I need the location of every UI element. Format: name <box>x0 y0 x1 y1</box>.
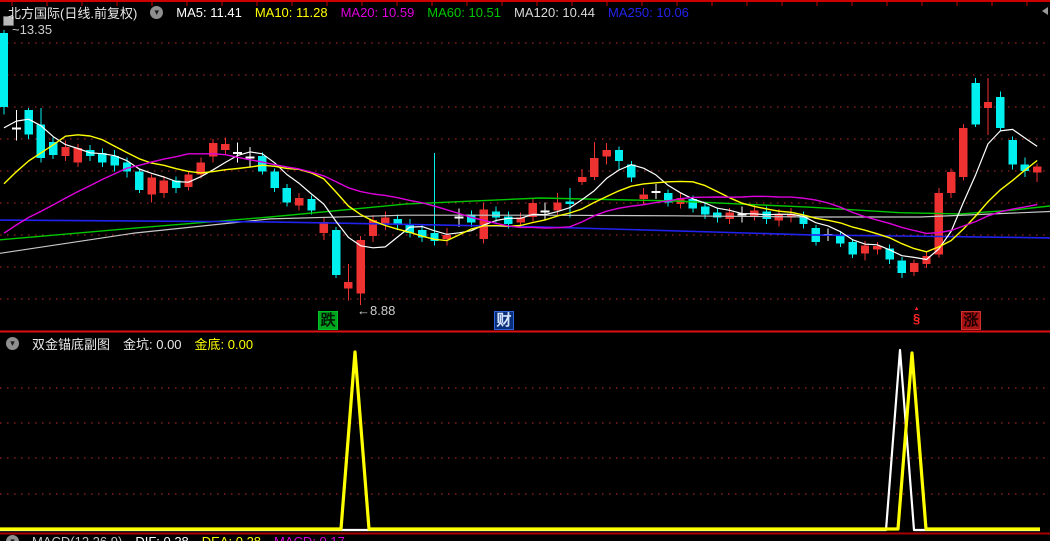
dif-value: DIF: 0.28 <box>135 534 188 541</box>
candle[interactable] <box>135 168 144 194</box>
candle[interactable] <box>614 146 624 170</box>
jindi-value: 金底: 0.00 <box>194 337 254 352</box>
candle[interactable] <box>221 137 230 155</box>
candle[interactable] <box>590 141 599 181</box>
candle[interactable] <box>713 208 722 223</box>
candle[interactable] <box>331 226 341 278</box>
candle[interactable] <box>1033 163 1042 182</box>
ma10-value: MA10: 11.28 <box>254 5 328 20</box>
candle[interactable] <box>479 202 488 244</box>
candle[interactable] <box>1008 136 1017 170</box>
ma5-line <box>3 118 1038 261</box>
candle[interactable] <box>110 149 119 172</box>
high-price-label: ~13.35 <box>12 22 53 37</box>
candle[interactable] <box>307 195 316 215</box>
candle[interactable] <box>381 211 390 230</box>
section-glyph: § <box>913 311 921 326</box>
macd-title: MACD(12,26,9) <box>32 534 122 541</box>
candle[interactable] <box>651 183 661 200</box>
ma5-value: MA5: 11.41 <box>176 5 242 20</box>
chevron-down-glyph: ▾ <box>10 338 15 348</box>
candlestick-chart[interactable] <box>0 0 1050 541</box>
candle[interactable] <box>245 146 255 168</box>
candle[interactable] <box>49 137 58 160</box>
candle[interactable] <box>282 183 292 207</box>
candle[interactable] <box>577 169 587 186</box>
macd-panel-header: ▾ MACD(12,26,9) DIF: 0.28 DEA: 0.28 MACD… <box>6 534 345 541</box>
candle[interactable] <box>664 189 673 207</box>
candle[interactable] <box>737 206 747 223</box>
candle[interactable] <box>442 228 451 246</box>
candle[interactable] <box>61 140 70 162</box>
main-chart-header: 北方国际(日线.前复权) ▾ MA5: 11.41 MA10: 11.28 MA… <box>8 3 689 22</box>
candle[interactable] <box>319 217 328 240</box>
marker-die-badge[interactable]: 跌 <box>318 311 338 330</box>
candle[interactable] <box>233 142 243 163</box>
candle[interactable] <box>639 188 648 205</box>
candle[interactable] <box>946 168 956 198</box>
candle[interactable] <box>0 30 9 115</box>
trading-app-window: 北方国际(日线.前复权) ▾ MA5: 11.41 MA10: 11.28 MA… <box>0 0 1050 541</box>
candle[interactable] <box>270 168 279 192</box>
collapse-chevron-icon[interactable]: ▾ <box>150 6 164 19</box>
symbol-title: 北方国际(日线.前复权) <box>8 6 138 21</box>
jinkeng-value: 金坑: 0.00 <box>123 337 182 352</box>
candle[interactable] <box>11 109 21 141</box>
ma20-value: MA20: 10.59 <box>340 5 415 20</box>
chevron-down-glyph: ▾ <box>10 536 15 541</box>
ma60-value: MA60: 10.51 <box>427 5 502 20</box>
candle[interactable] <box>528 197 538 222</box>
candle[interactable] <box>159 175 169 198</box>
candle[interactable] <box>98 148 107 168</box>
dea-value: DEA: 0.28 <box>202 534 261 541</box>
collapse-chevron-icon[interactable]: ▾ <box>6 535 19 541</box>
candle[interactable] <box>848 239 857 259</box>
candle[interactable] <box>971 77 980 128</box>
candle[interactable] <box>24 108 33 139</box>
ma-lines-layer <box>0 118 1050 261</box>
ma120-value: MA120: 10.44 <box>514 5 595 20</box>
candle[interactable] <box>959 124 968 181</box>
marker-cai-badge[interactable]: 财 <box>494 311 514 330</box>
candles-layer[interactable] <box>0 30 1042 305</box>
candle[interactable] <box>540 202 550 221</box>
indicator-lines-layer <box>0 348 1040 532</box>
ma60-line <box>0 197 1050 241</box>
indicator-line-金坑 <box>0 348 1040 532</box>
indicator-panel-header: ▾ 双金锚底副图 金坑: 0.00 金底: 0.00 <box>6 334 253 353</box>
ma120-line <box>0 210 1050 254</box>
marker-zhang-badge[interactable]: 涨 <box>961 311 981 330</box>
candle[interactable] <box>295 193 304 211</box>
section-marker[interactable]: ▲ § <box>913 306 920 325</box>
low-price-label: ←8.88 <box>357 303 396 318</box>
scroll-arrow-icon[interactable] <box>1042 7 1048 15</box>
candle[interactable] <box>172 176 181 194</box>
candle[interactable] <box>454 208 464 227</box>
candle[interactable] <box>147 174 156 203</box>
collapse-chevron-icon[interactable]: ▾ <box>6 337 19 350</box>
candle[interactable] <box>602 143 611 165</box>
candle[interactable] <box>996 91 1005 132</box>
chevron-down-glyph: ▾ <box>154 7 160 17</box>
candle[interactable] <box>208 138 218 163</box>
ma10-line <box>3 134 1038 253</box>
candle[interactable] <box>897 257 907 278</box>
candle[interactable] <box>885 244 894 264</box>
ma250-value: MA250: 10.06 <box>607 5 689 20</box>
candle[interactable] <box>910 259 919 277</box>
indicator-line-金底 <box>0 350 1040 531</box>
candle[interactable] <box>983 77 993 136</box>
macd-value: MACD: 0.17 <box>274 534 345 541</box>
candle[interactable] <box>344 263 353 301</box>
indicator-title: 双金锚底副图 <box>32 337 111 352</box>
